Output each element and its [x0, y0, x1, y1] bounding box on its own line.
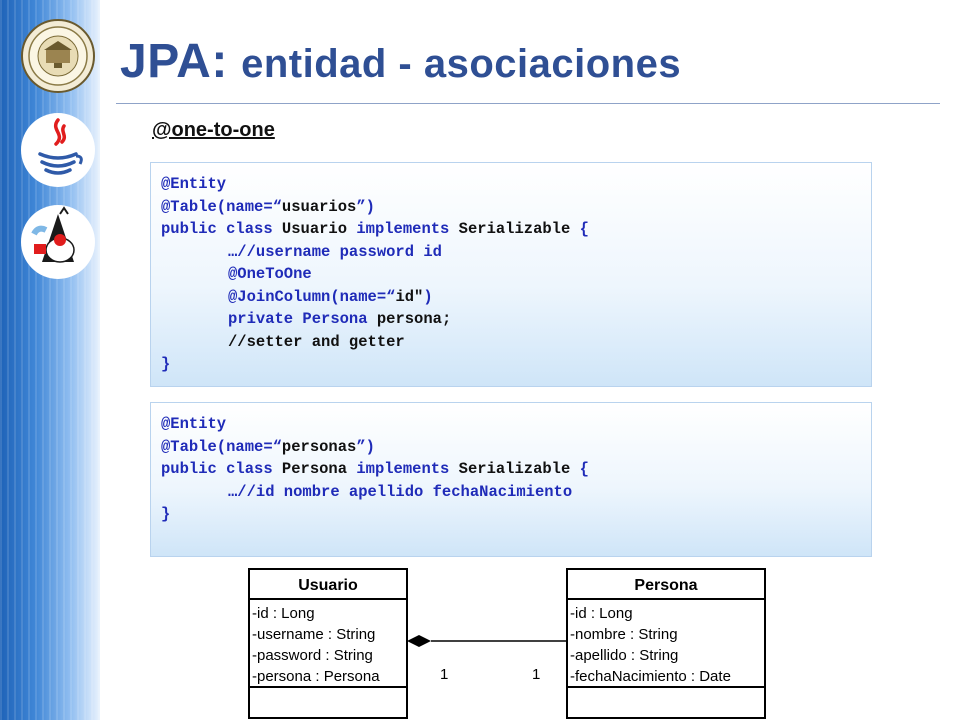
code-block-usuario: @Entity @Table(name=“usuarios”) public cla…	[150, 162, 872, 387]
code-token: personas	[281, 437, 357, 456]
code-line: @Entity	[161, 413, 861, 436]
code-token: Serializable	[458, 220, 580, 238]
code-token: )	[423, 287, 433, 306]
uml-persona-attr: -nombre : String	[570, 626, 678, 643]
code-token: Persona	[281, 460, 357, 478]
code-line: public class Persona implements Serializ…	[161, 458, 861, 481]
code-line: @OneToOne	[161, 263, 861, 286]
left-gradient-band	[0, 0, 100, 720]
code-block-persona: @Entity @Table(name=“personas”) public cla…	[150, 402, 872, 557]
code-token: usuarios	[281, 197, 357, 216]
uml-usuario-attr: -password : String	[252, 647, 373, 664]
code-token: @Table(name=“	[161, 197, 282, 216]
uml-class-persona-name: Persona	[634, 577, 697, 594]
uml-persona-attr: -apellido : String	[570, 647, 678, 664]
uml-class-usuario-name: Usuario	[298, 577, 358, 594]
uml-persona-attr: -fechaNacimiento : Date	[570, 668, 731, 685]
duke-mascot-icon	[20, 204, 96, 280]
composition-diamond-icon	[407, 635, 431, 647]
code-token: {	[579, 460, 589, 478]
code-token: @OneToOne	[228, 265, 312, 283]
code-token: }	[161, 355, 171, 373]
uml-usuario-attr: -id : Long	[252, 605, 315, 622]
code-token: }	[161, 505, 171, 523]
code-token: …//id nombre apellido fechaNacimiento	[228, 482, 573, 501]
code-token: @Entity	[161, 175, 227, 193]
code-token: implements	[356, 460, 459, 478]
code-token: @Table(name=“	[161, 437, 282, 456]
code-line: …//username password id	[161, 241, 861, 264]
code-token: ”)	[356, 437, 375, 456]
code-line: @JoinColumn(name=“id")	[161, 286, 861, 309]
code-token: ”)	[356, 197, 375, 216]
university-seal-icon	[20, 18, 96, 94]
multiplicity-right: 1	[532, 666, 540, 683]
code-token: public class	[161, 220, 282, 238]
code-token: Usuario	[281, 220, 357, 238]
code-line: }	[161, 503, 861, 526]
code-token: //setter and getter	[228, 332, 405, 351]
uml-usuario-attr: -persona : Persona	[252, 668, 380, 685]
code-token: @JoinColumn(name=“	[228, 287, 396, 306]
page-title: JPA: entidad - asociaciones	[120, 34, 681, 89]
code-line: @Entity	[161, 173, 861, 196]
code-line: //setter and getter	[161, 331, 861, 354]
title-divider	[116, 103, 940, 104]
code-token: private	[228, 310, 303, 328]
code-token: persona;	[376, 310, 452, 328]
code-token: @Entity	[161, 415, 227, 433]
multiplicity-left: 1	[440, 666, 448, 683]
code-line: …//id nombre apellido fechaNacimiento	[161, 481, 861, 504]
code-line: private Persona persona;	[161, 308, 861, 331]
code-line: @Table(name=“usuarios”)	[161, 196, 861, 219]
code-token: public class	[161, 460, 282, 478]
code-line: public class Usuario implements Serializ…	[161, 218, 861, 241]
java-logo-icon	[20, 112, 96, 188]
title-main: JPA:	[120, 35, 228, 88]
code-token: Serializable	[458, 460, 580, 478]
code-line: }	[161, 353, 861, 376]
section-subtitle: @one-to-one	[152, 119, 275, 141]
uml-class-diagram: Usuario -id : Long -username : String -p…	[244, 566, 774, 720]
uml-usuario-attr: -username : String	[252, 626, 375, 643]
title-sub: entidad - asociaciones	[241, 42, 682, 86]
code-token: id"	[395, 287, 424, 306]
code-token: implements	[356, 220, 459, 238]
code-token: Persona	[302, 310, 377, 328]
uml-persona-attr: -id : Long	[570, 605, 633, 622]
code-line: @Table(name=“personas”)	[161, 436, 861, 459]
code-token: …//username password id	[228, 242, 442, 261]
code-token: {	[579, 220, 589, 238]
